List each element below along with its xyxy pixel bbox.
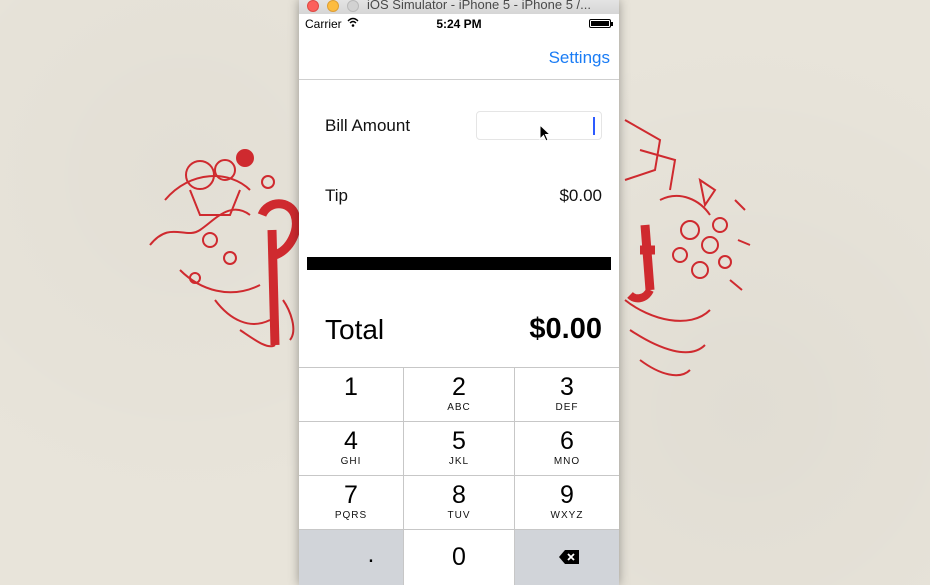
key-letters: JKL — [448, 456, 470, 467]
bill-amount-label: Bill Amount — [325, 116, 411, 135]
zoom-window-button[interactable] — [347, 0, 359, 12]
mouse-pointer-icon — [539, 124, 551, 142]
key-letters: PQRS — [334, 510, 368, 521]
minimize-window-button[interactable] — [327, 0, 339, 12]
key-digit: 9 — [560, 481, 574, 509]
backspace-icon — [559, 550, 579, 564]
close-window-button[interactable] — [307, 0, 319, 12]
navigation-bar: Settings — [299, 34, 619, 80]
key-letters: GHI — [340, 456, 362, 467]
window-titlebar: iOS Simulator - iPhone 5 - iPhone 5 /... — [299, 0, 619, 15]
key-6[interactable]: 6 MNO — [515, 422, 619, 476]
key-backspace[interactable] — [515, 530, 619, 585]
tip-label: Tip — [325, 186, 348, 205]
text-caret — [593, 117, 595, 135]
simulator-window: iOS Simulator - iPhone 5 - iPhone 5 /...… — [299, 0, 619, 585]
key-1[interactable]: 1 — [299, 368, 404, 422]
key-9[interactable]: 9 WXYZ — [515, 476, 619, 530]
key-digit: 6 — [560, 427, 574, 455]
key-0[interactable]: 0 — [404, 530, 515, 585]
key-digit: 8 — [452, 481, 466, 509]
key-7[interactable]: 7 PQRS — [299, 476, 404, 530]
key-letters: MNO — [553, 456, 581, 467]
window-title: iOS Simulator - iPhone 5 - iPhone 5 /... — [367, 0, 591, 12]
numeric-keypad: 1 2 ABC 3 DEF 4 GHI 5 JKL 6 MNO 7 PQRS 8… — [299, 367, 619, 585]
key-digit: 3 — [560, 373, 574, 401]
key-2[interactable]: 2 ABC — [404, 368, 515, 422]
tip-value: $0.00 — [559, 186, 602, 205]
key-decimal-label: . — [367, 541, 375, 568]
key-8[interactable]: 8 TUV — [404, 476, 515, 530]
key-5[interactable]: 5 JKL — [404, 422, 515, 476]
key-digit: 7 — [344, 481, 358, 509]
battery-icon — [589, 19, 613, 28]
key-letters: WXYZ — [550, 510, 584, 521]
settings-button[interactable]: Settings — [549, 48, 610, 68]
status-time: 5:24 PM — [436, 17, 482, 31]
status-bar: Carrier 5:24 PM — [299, 14, 619, 34]
key-4[interactable]: 4 GHI — [299, 422, 404, 476]
key-3[interactable]: 3 DEF — [515, 368, 619, 422]
total-label: Total — [325, 314, 385, 345]
key-letters: DEF — [555, 402, 579, 413]
total-value: $0.00 — [529, 313, 602, 345]
key-digit: 5 — [452, 427, 466, 455]
ios-screen: Carrier 5:24 PM Settings Bill Amount Tip… — [299, 14, 619, 585]
key-digit: 0 — [452, 543, 466, 571]
divider-bar — [307, 257, 611, 270]
key-digit: 1 — [344, 373, 358, 401]
key-digit: 2 — [452, 373, 466, 401]
key-letters: ABC — [447, 402, 471, 413]
key-decimal[interactable]: . — [299, 530, 404, 585]
key-digit: 4 — [344, 427, 358, 455]
key-letters: TUV — [447, 510, 471, 521]
